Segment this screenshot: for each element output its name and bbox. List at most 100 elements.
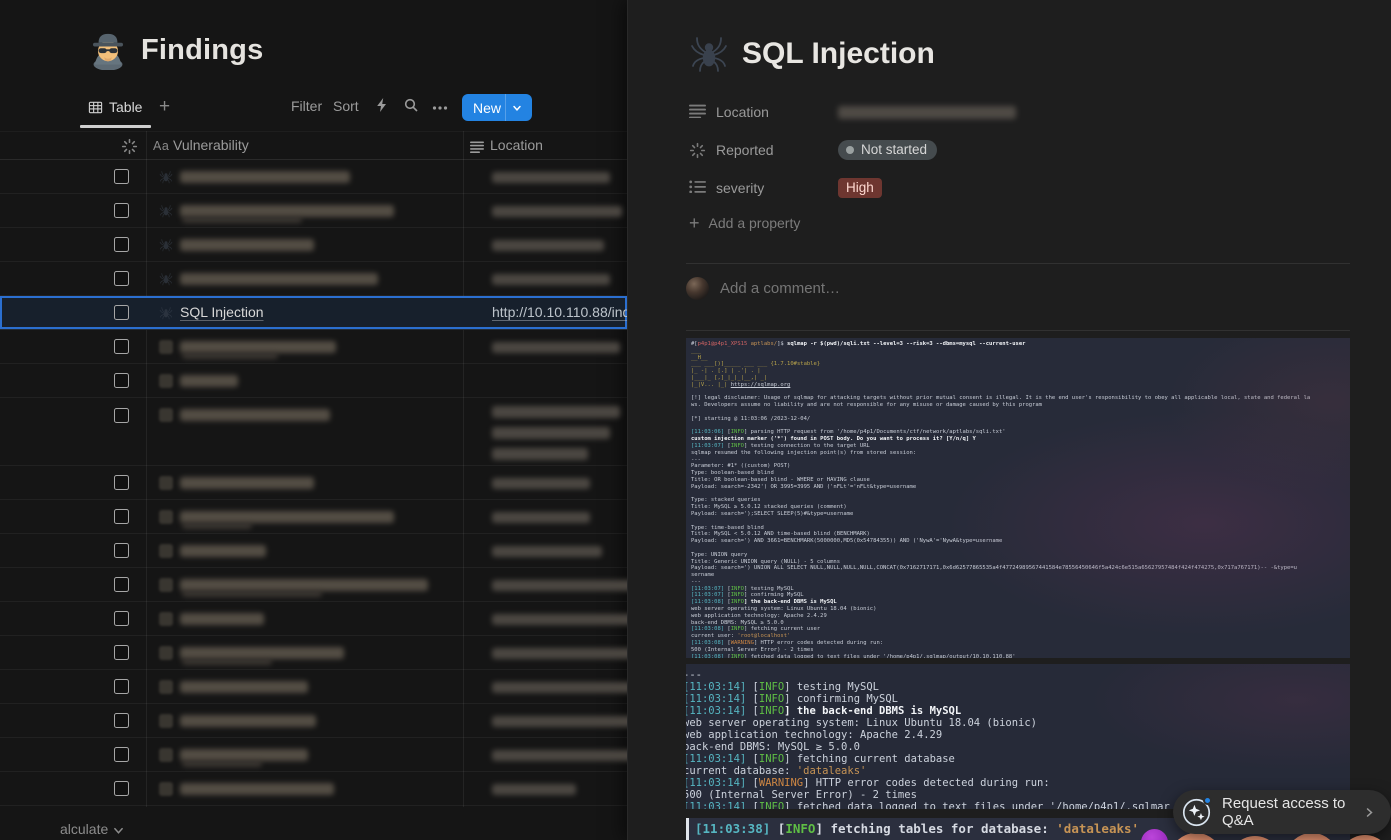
column-header-location[interactable]: Location — [490, 137, 543, 153]
table-row[interactable] — [0, 534, 627, 568]
page-icon — [159, 544, 173, 558]
property-label: Location — [716, 104, 838, 120]
add-property-button[interactable]: + Add a property — [689, 215, 800, 231]
redacted-row-title — [180, 171, 350, 183]
row-checkbox[interactable] — [114, 509, 129, 524]
page-icon — [159, 612, 173, 626]
calculate-button[interactable]: alculate — [60, 821, 124, 837]
row-checkbox[interactable] — [114, 577, 129, 592]
table-row[interactable] — [0, 636, 627, 670]
property-row-location[interactable]: Location — [689, 100, 1016, 124]
search-icon[interactable] — [403, 97, 419, 113]
spider-icon — [159, 306, 173, 320]
row-checkbox[interactable] — [114, 475, 129, 490]
calculate-label: alculate — [60, 821, 108, 837]
spider-emoji-icon — [689, 34, 729, 74]
row-title[interactable]: SQL Injection — [180, 296, 264, 329]
redacted-row-subtitle — [182, 523, 252, 529]
table-row[interactable] — [0, 398, 627, 466]
row-checkbox[interactable] — [114, 645, 129, 660]
page-title: SQL Injection — [742, 37, 935, 71]
tab-table-view[interactable]: Table — [88, 94, 142, 120]
table-row[interactable] — [0, 330, 627, 364]
spider-icon — [159, 170, 173, 184]
table-row[interactable] — [0, 364, 627, 398]
page-icon — [159, 714, 173, 728]
sort-button[interactable]: Sort — [333, 98, 359, 114]
property-row-reported[interactable]: Reported Not started — [689, 138, 937, 162]
redacted-row-location — [492, 682, 627, 693]
row-checkbox[interactable] — [114, 169, 129, 184]
automations-icon[interactable] — [374, 97, 390, 113]
page-icon — [159, 782, 173, 796]
comment-composer[interactable]: Add a comment… — [686, 277, 840, 300]
property-row-severity[interactable]: severity High — [689, 176, 882, 200]
sqlmap-screenshot-2[interactable]: ---[11:03:14] [INFO] testing MySQL[11:03… — [686, 664, 1350, 809]
redacted-row-title — [180, 579, 428, 591]
status-spinner-icon — [689, 142, 706, 159]
sqlmap-screenshot-1[interactable]: #[p4p1@p4p1_XPS15 aptlabs/]$ sqlmap -r $… — [686, 338, 1350, 658]
table-row[interactable] — [0, 704, 627, 738]
redacted-location-value[interactable] — [838, 106, 1016, 119]
redacted-row-location — [492, 512, 590, 523]
peek-page-title[interactable]: SQL Injection — [689, 34, 935, 74]
row-checkbox[interactable] — [114, 373, 129, 388]
table-body: SQL Injection http://10.10.110.88/ind — [0, 160, 627, 806]
page-icon — [159, 578, 173, 592]
page-icon — [159, 374, 173, 388]
redacted-row-location — [492, 240, 604, 251]
table-row[interactable] — [0, 568, 627, 602]
row-checkbox[interactable] — [114, 339, 129, 354]
row-checkbox[interactable] — [114, 611, 129, 626]
row-location-url[interactable]: http://10.10.110.88/ind — [492, 296, 627, 329]
new-button-divider — [505, 94, 506, 121]
row-checkbox[interactable] — [114, 679, 129, 694]
table-row[interactable] — [0, 738, 627, 772]
row-checkbox[interactable] — [114, 237, 129, 252]
redacted-row-title — [180, 749, 308, 761]
status-badge-not-started[interactable]: Not started — [838, 140, 937, 160]
table-row[interactable] — [0, 500, 627, 534]
page-title: Findings — [141, 34, 263, 67]
redacted-row-location — [492, 546, 602, 557]
page-icon — [159, 646, 173, 660]
database-title[interactable]: Findings — [88, 30, 263, 70]
table-row[interactable] — [0, 262, 627, 296]
page-icon — [159, 680, 173, 694]
redacted-row-title — [180, 647, 344, 659]
table-grid-icon — [88, 100, 103, 115]
table-row[interactable] — [0, 772, 627, 806]
status-property-icon[interactable] — [121, 138, 138, 155]
severity-tag-high[interactable]: High — [838, 178, 882, 198]
divider — [686, 263, 1350, 264]
redacted-row-location — [492, 342, 620, 353]
table-row[interactable] — [0, 160, 627, 194]
request-access-qa-button[interactable]: Request access to Q&A — [1173, 790, 1391, 834]
ai-sparkle-icon — [1182, 798, 1211, 827]
redacted-row-location — [492, 478, 590, 489]
row-checkbox[interactable] — [114, 408, 129, 423]
table-row[interactable] — [0, 466, 627, 500]
row-checkbox[interactable] — [114, 781, 129, 796]
row-checkbox[interactable] — [114, 271, 129, 286]
more-options-icon[interactable] — [432, 100, 448, 116]
detective-emoji-icon — [88, 30, 128, 70]
row-checkbox[interactable] — [114, 713, 129, 728]
table-row[interactable] — [0, 670, 627, 704]
new-button[interactable]: New — [462, 94, 532, 121]
redacted-row-title — [180, 239, 314, 251]
filter-button[interactable]: Filter — [291, 98, 322, 114]
column-header-vulnerability[interactable]: Vulnerability — [173, 137, 249, 153]
table-row[interactable] — [0, 194, 627, 228]
chevron-right-icon — [1364, 806, 1375, 819]
row-checkbox[interactable] — [114, 747, 129, 762]
table-row[interactable] — [0, 228, 627, 262]
table-row[interactable] — [0, 602, 627, 636]
redacted-row-location — [492, 206, 622, 217]
row-checkbox[interactable] — [114, 203, 129, 218]
add-view-button[interactable]: + — [159, 96, 170, 118]
row-checkbox[interactable] — [114, 543, 129, 558]
table-row-selected[interactable]: SQL Injection http://10.10.110.88/ind — [0, 296, 627, 330]
redacted-row-location — [492, 648, 627, 659]
row-checkbox[interactable] — [114, 305, 129, 320]
